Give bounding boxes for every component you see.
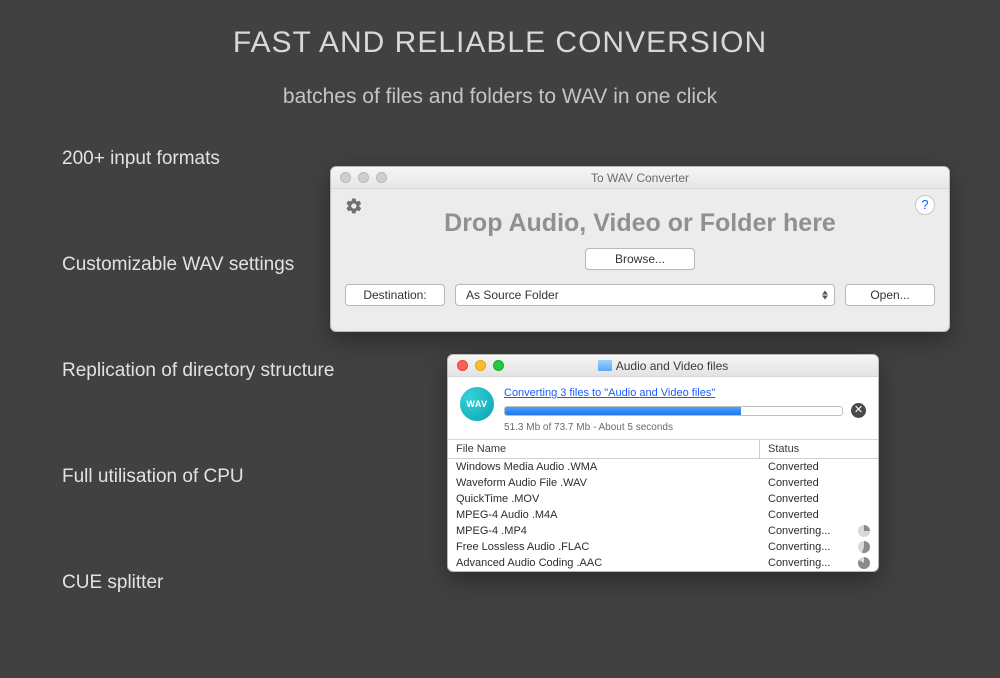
traffic-lights[interactable]	[457, 360, 504, 371]
cell-file-name: MPEG-4 .MP4	[448, 523, 760, 539]
cell-file-name: Free Lossless Audio .FLAC	[448, 539, 760, 555]
table-row[interactable]: MPEG-4 Audio .M4AConverted	[448, 507, 878, 523]
column-file-name[interactable]: File Name	[448, 440, 760, 458]
open-button[interactable]: Open...	[845, 284, 935, 306]
window-titlebar[interactable]: To WAV Converter	[331, 167, 949, 189]
feature-item: Replication of directory structure	[62, 360, 334, 382]
spinner-icon	[858, 541, 870, 553]
column-status[interactable]: Status	[760, 440, 878, 458]
progress-subtext: 51.3 Mb of 73.7 Mb - About 5 seconds	[504, 422, 866, 433]
table-row[interactable]: MPEG-4 .MP4Converting...	[448, 523, 878, 539]
spinner-icon	[858, 525, 870, 537]
progress-bar	[504, 406, 843, 416]
close-icon[interactable]	[457, 360, 468, 371]
minimize-icon[interactable]	[475, 360, 486, 371]
table-row[interactable]: Free Lossless Audio .FLACConverting...	[448, 539, 878, 555]
browse-button[interactable]: Browse...	[585, 248, 695, 270]
zoom-icon[interactable]	[376, 172, 387, 183]
feature-list: 200+ input formats Customizable WAV sett…	[62, 148, 334, 678]
help-button[interactable]: ?	[915, 195, 935, 215]
destination-value: As Source Folder	[466, 288, 559, 302]
chevron-up-down-icon	[822, 291, 828, 300]
cell-status: Converted	[760, 475, 878, 491]
cell-status: Converted	[760, 491, 878, 507]
window-title: Audio and Video files	[616, 359, 729, 373]
traffic-lights[interactable]	[340, 172, 387, 183]
cell-file-name: MPEG-4 Audio .M4A	[448, 507, 760, 523]
cancel-button[interactable]: ✕	[851, 403, 866, 418]
cell-status: Converted	[760, 507, 878, 523]
table-row[interactable]: QuickTime .MOVConverted	[448, 491, 878, 507]
folder-icon	[598, 360, 612, 371]
converter-window: To WAV Converter ? Drop Audio, Video or …	[330, 166, 950, 332]
cell-status: Converted	[760, 459, 878, 475]
page-subheading: batches of files and folders to WAV in o…	[0, 85, 1000, 109]
table-row[interactable]: Advanced Audio Coding .AACConverting...	[448, 555, 878, 571]
destination-button[interactable]: Destination:	[345, 284, 445, 306]
zoom-icon[interactable]	[493, 360, 504, 371]
table-row[interactable]: Waveform Audio File .WAVConverted	[448, 475, 878, 491]
close-icon[interactable]	[340, 172, 351, 183]
cell-file-name: Advanced Audio Coding .AAC	[448, 555, 760, 571]
destination-select[interactable]: As Source Folder	[455, 284, 835, 306]
feature-item: 200+ input formats	[62, 148, 334, 170]
gear-icon[interactable]	[345, 197, 363, 215]
window-title: To WAV Converter	[591, 171, 689, 185]
minimize-icon[interactable]	[358, 172, 369, 183]
cell-file-name: Windows Media Audio .WMA	[448, 459, 760, 475]
progress-window: Audio and Video files WAV Converting 3 f…	[447, 354, 879, 572]
cell-file-name: Waveform Audio File .WAV	[448, 475, 760, 491]
feature-item: Full utilisation of CPU	[62, 466, 334, 488]
progress-link[interactable]: Converting 3 files to "Audio and Video f…	[504, 387, 715, 399]
cell-status: Converting...	[760, 539, 878, 555]
progress-fill	[505, 407, 741, 415]
drop-zone-label[interactable]: Drop Audio, Video or Folder here	[345, 209, 935, 238]
table-header: File Name Status	[448, 440, 878, 459]
page-heading: FAST AND RELIABLE CONVERSION	[0, 26, 1000, 60]
wav-badge-icon: WAV	[460, 387, 494, 421]
cell-file-name: QuickTime .MOV	[448, 491, 760, 507]
window-titlebar[interactable]: Audio and Video files	[448, 355, 878, 377]
spinner-icon	[858, 557, 870, 569]
table-row[interactable]: Windows Media Audio .WMAConverted	[448, 459, 878, 475]
cell-status: Converting...	[760, 523, 878, 539]
feature-item: Customizable WAV settings	[62, 254, 334, 276]
table-body: Windows Media Audio .WMAConvertedWavefor…	[448, 459, 878, 571]
feature-item: CUE splitter	[62, 572, 334, 594]
cell-status: Converting...	[760, 555, 878, 571]
